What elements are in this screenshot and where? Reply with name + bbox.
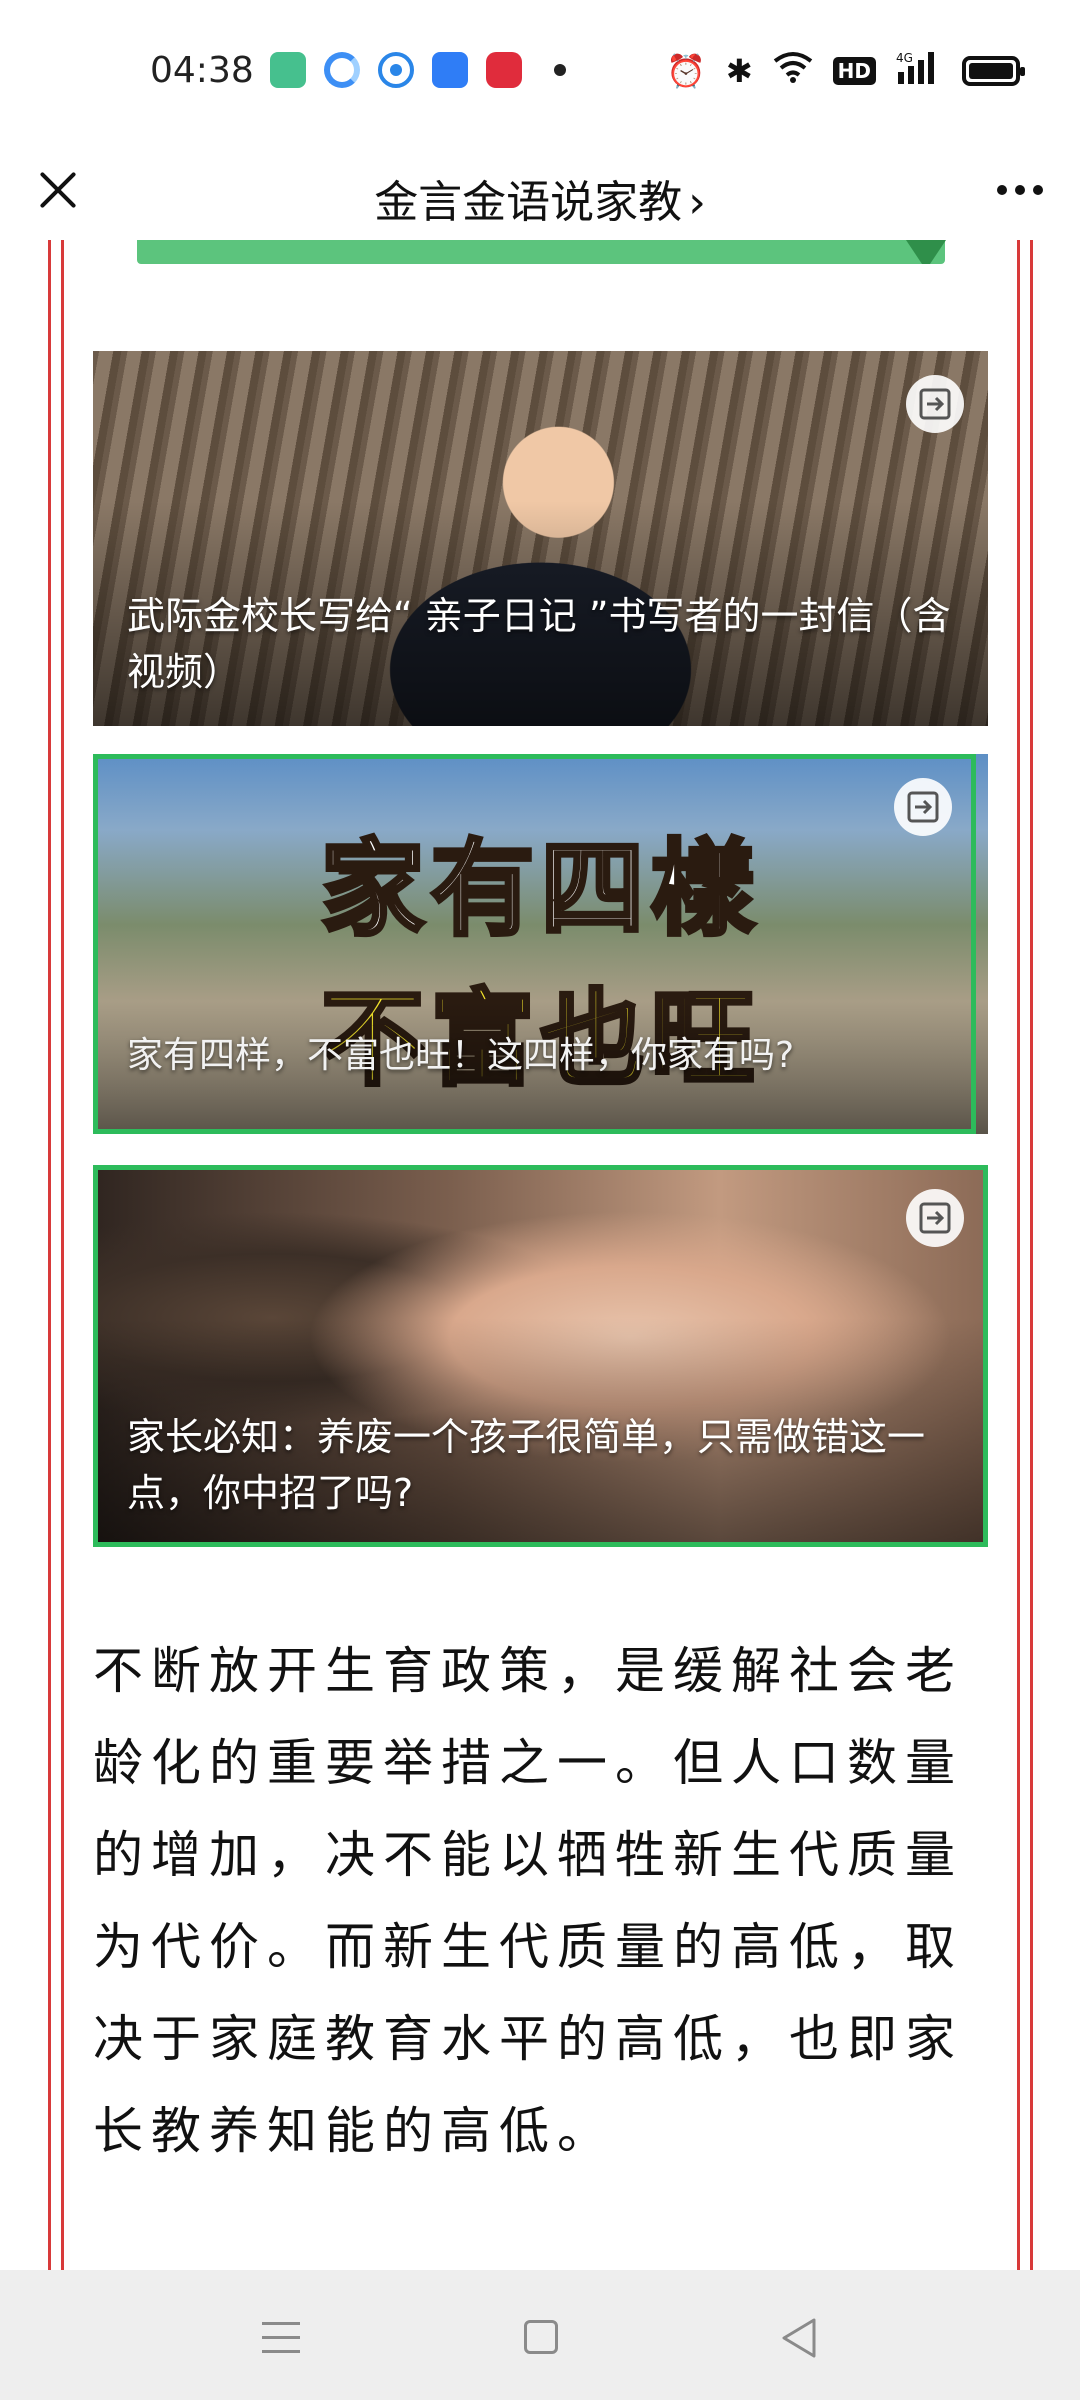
card-caption: 家长必知：养废一个孩子很简单，只需做错这一点，你中招了吗? xyxy=(127,1415,926,1515)
green-banner-strip xyxy=(137,240,945,264)
alarm-icon: ⏰ xyxy=(666,51,706,90)
green-app-icon xyxy=(270,52,306,88)
article-paragraph: 不断放开生育政策，是缓解社会老龄化的重要举措之一。但人口数量的增加，决不能以牺牲… xyxy=(93,1642,963,2160)
bluetooth-icon: ✱ xyxy=(725,51,753,90)
hd-icon: HD xyxy=(832,56,876,85)
card-overlay-title: 家有四樣 xyxy=(318,826,761,952)
recent-apps-button[interactable] xyxy=(252,2310,312,2366)
red-app-icon xyxy=(486,52,522,88)
notification-icons xyxy=(270,52,566,88)
home-button[interactable] xyxy=(510,2310,570,2366)
more-dot-icon xyxy=(1033,185,1043,195)
signal-4g-icon: 4G xyxy=(896,50,942,91)
card-caption: 家有四样，不富也旺！这四样，你家有吗? xyxy=(127,1035,795,1076)
more-dot-icon xyxy=(997,185,1007,195)
decorative-border-right-inner xyxy=(1017,240,1020,2270)
blue-square-app-icon xyxy=(432,52,468,88)
more-notifications-dot-icon xyxy=(554,64,566,76)
back-button[interactable] xyxy=(770,2310,830,2366)
article-card-parenting-mistake[interactable]: 家长必知：养废一个孩子很简单，只需做错这一点，你中招了吗? xyxy=(93,1165,988,1547)
open-link-icon[interactable] xyxy=(906,375,964,433)
title-bar: 金言金语说家教 › xyxy=(0,140,1080,240)
more-options-button[interactable] xyxy=(990,170,1050,210)
system-navigation-bar xyxy=(0,2270,1080,2400)
account-title-text: 金言金语说家教 xyxy=(374,177,683,228)
svg-text:4G: 4G xyxy=(896,51,913,65)
article-card-principal-letter[interactable]: 武际金校长写给“ 亲子日记 ”书写者的一封信（含视频） xyxy=(93,351,988,726)
blue-c-app-icon xyxy=(324,52,360,88)
decorative-border-right-outer xyxy=(1030,240,1033,2270)
card-caption: 武际金校长写给“ 亲子日记 ”书写者的一封信（含视频） xyxy=(127,594,951,694)
account-title[interactable]: 金言金语说家教 › xyxy=(0,166,1080,230)
wifi-icon xyxy=(773,51,813,90)
more-dot-icon xyxy=(1015,185,1025,195)
article-card-four-things[interactable]: 家有四樣 不富也旺 家有四样，不富也旺！这四样，你家有吗? xyxy=(93,754,988,1134)
open-link-icon[interactable] xyxy=(894,778,952,836)
decorative-border-left-outer xyxy=(48,240,51,2270)
open-link-icon[interactable] xyxy=(906,1189,964,1247)
decorative-border-left-inner xyxy=(61,240,64,2270)
article-content[interactable]: 武际金校长写给“ 亲子日记 ”书写者的一封信（含视频） 家有四樣 不富也旺 家有… xyxy=(0,240,1080,2270)
chevron-right-icon: › xyxy=(688,177,706,228)
system-icons: ⏰ ✱ HD 4G xyxy=(666,50,1025,91)
status-bar: 04:38 ⏰ ✱ HD 4G xyxy=(0,0,1080,140)
blue-dot-app-icon xyxy=(378,52,414,88)
battery-icon xyxy=(962,55,1025,86)
status-time: 04:38 xyxy=(150,50,254,91)
